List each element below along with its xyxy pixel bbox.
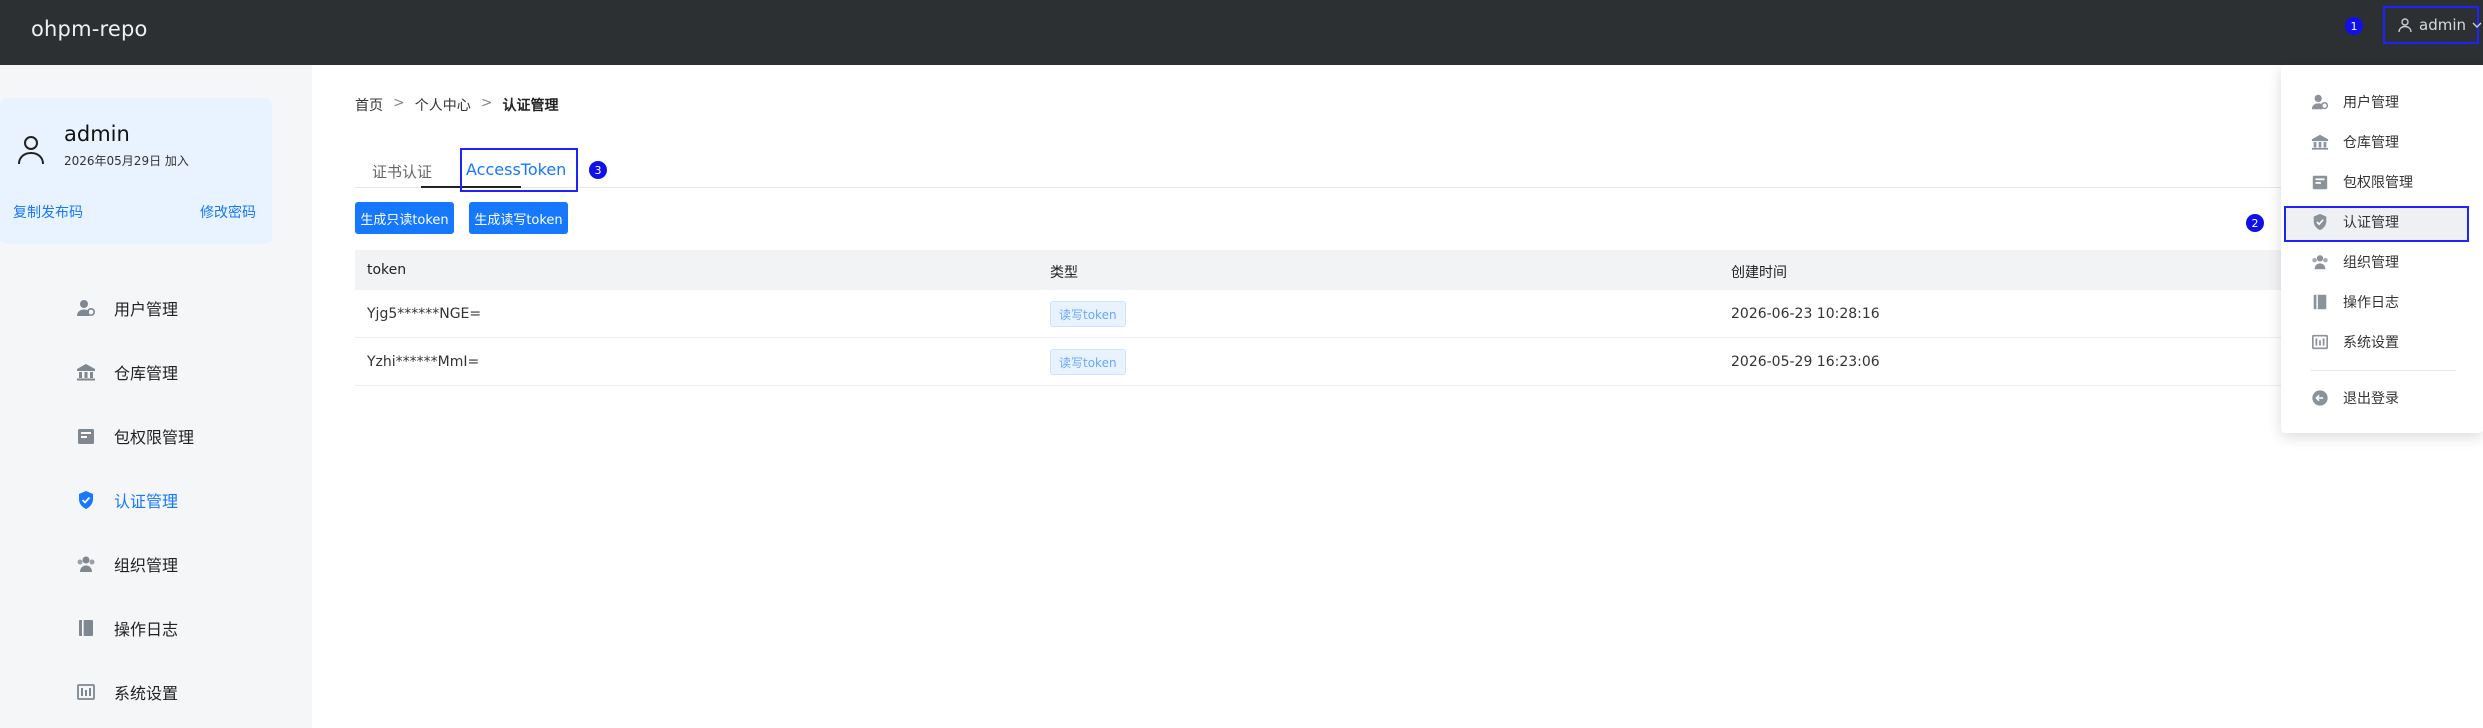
user-manage-icon (2311, 94, 2329, 110)
sidebar-item-label: 仓库管理 (114, 364, 179, 383)
user-manage-icon (77, 300, 96, 317)
sidebar-item-label: 包权限管理 (114, 428, 195, 447)
sidebar-item-label: 操作日志 (114, 620, 179, 639)
cell-type-tag: 读写token (1050, 301, 1126, 327)
dropdown-divider (2311, 370, 2456, 371)
breadcrumb-home[interactable]: 首页 (355, 95, 383, 115)
log-book-icon (2313, 294, 2327, 310)
auth-tabs: 证书认证 AccessToken (355, 153, 2483, 188)
app-logo[interactable]: ohpm-repo (31, 17, 148, 41)
dropdown-item-organization[interactable]: 组织管理 (2311, 252, 2399, 272)
sidebar-item-label: 组织管理 (114, 556, 179, 575)
dropdown-item-label: 包权限管理 (2343, 175, 2413, 191)
settings-icon (77, 684, 95, 700)
dropdown-item-user-management[interactable]: 用户管理 (2311, 92, 2399, 112)
sidebar-item-package-permission[interactable]: 包权限管理 (76, 424, 194, 448)
dropdown-item-system-settings[interactable]: 系统设置 (2311, 332, 2399, 352)
cell-token: Yzhi******MmI= (367, 354, 480, 370)
column-header-token: token (367, 262, 407, 278)
top-bar: ohpm-repo 1 admin (0, 0, 2483, 65)
logout-icon (2312, 390, 2328, 406)
dropdown-item-auth-management[interactable]: 认证管理 (2311, 212, 2399, 232)
dropdown-logout-label: 退出登录 (2343, 391, 2399, 407)
sidebar: admin 2026年05月29日 加入 复制发布码 修改密码 用户管理 仓库管… (0, 65, 312, 728)
dropdown-item-label: 组织管理 (2343, 255, 2399, 271)
user-menu-trigger[interactable]: admin (2383, 6, 2482, 44)
package-permission-icon (78, 429, 94, 444)
column-header-type: 类型 (1050, 265, 1078, 281)
user-icon (2398, 18, 2412, 33)
annotation-badge-2: 2 (2246, 214, 2264, 232)
main-content: 首页 > 个人中心 > 认证管理 证书认证 AccessToken 3 生成只读… (312, 65, 2483, 728)
breadcrumb-current: 认证管理 (502, 98, 559, 114)
package-permission-icon (2312, 175, 2328, 190)
log-book-icon (79, 620, 93, 636)
dropdown-item-label: 用户管理 (2343, 95, 2399, 111)
profile-card: admin 2026年05月29日 加入 复制发布码 修改密码 (0, 98, 272, 244)
organization-icon (2312, 255, 2328, 270)
annotation-badge-1: 1 (2345, 17, 2363, 35)
profile-joined-date: 2026年05月29日 加入 (64, 154, 189, 168)
user-dropdown-menu: 用户管理 仓库管理 包权限管理 认证管理 组织管理 操作日志 系统设置 退出登录 (2281, 65, 2483, 433)
tab-certificate-auth[interactable]: 证书认证 (372, 161, 432, 182)
avatar-icon (18, 136, 44, 165)
copy-publish-code-link[interactable]: 复制发布码 (13, 202, 83, 222)
organization-icon (77, 556, 95, 572)
access-token-highlight-box (460, 148, 578, 192)
dropdown-item-label: 仓库管理 (2343, 135, 2399, 151)
column-header-created: 创建时间 (1731, 265, 1787, 281)
breadcrumb-separator: > (480, 95, 493, 111)
profile-name: admin (64, 122, 130, 146)
generate-readonly-token-button[interactable]: 生成只读token (355, 202, 454, 234)
dropdown-item-logout[interactable]: 退出登录 (2311, 388, 2399, 408)
sidebar-item-label: 用户管理 (114, 300, 179, 319)
sidebar-item-organization[interactable]: 组织管理 (76, 552, 178, 576)
dropdown-item-label: 认证管理 (2343, 215, 2399, 231)
change-password-link[interactable]: 修改密码 (200, 202, 256, 222)
warehouse-icon (77, 364, 95, 381)
sidebar-item-label: 系统设置 (114, 684, 179, 703)
dropdown-item-label: 操作日志 (2343, 295, 2399, 311)
settings-icon (2311, 334, 2329, 350)
sidebar-item-operation-log[interactable]: 操作日志 (76, 616, 178, 640)
table-header: token 类型 创建时间 (355, 250, 2483, 290)
dropdown-item-warehouse-management[interactable]: 仓库管理 (2311, 132, 2399, 152)
dropdown-item-operation-log[interactable]: 操作日志 (2311, 292, 2399, 312)
table-row: Yzhi******MmI= 读写token 2026-05-29 16:23:… (355, 338, 2483, 386)
sidebar-item-system-settings[interactable]: 系统设置 (76, 680, 178, 704)
sidebar-item-auth-management[interactable]: 认证管理 (76, 488, 178, 512)
cell-created-time: 2026-05-29 16:23:06 (1731, 354, 1880, 370)
header-username: admin (2419, 16, 2466, 34)
sidebar-item-label: 认证管理 (114, 492, 179, 511)
cell-token: Yjg5******NGE= (367, 306, 482, 322)
generate-readwrite-token-button[interactable]: 生成读写token (469, 202, 568, 234)
breadcrumb-separator: > (393, 95, 405, 111)
sidebar-item-user-management[interactable]: 用户管理 (76, 296, 178, 320)
dropdown-item-label: 系统设置 (2343, 335, 2399, 351)
breadcrumb: 首页 > 个人中心 > 认证管理 (355, 95, 558, 115)
breadcrumb-personal-center[interactable]: 个人中心 (415, 95, 471, 115)
dropdown-item-package-permission[interactable]: 包权限管理 (2311, 172, 2413, 192)
cell-created-time: 2026-06-23 10:28:16 (1731, 306, 1880, 322)
chevron-down-icon (2472, 22, 2482, 28)
shield-icon (2313, 213, 2327, 231)
annotation-badge-3: 3 (589, 161, 607, 179)
warehouse-icon (2311, 134, 2329, 150)
sidebar-item-warehouse-management[interactable]: 仓库管理 (76, 360, 178, 384)
cell-type-tag: 读写token (1050, 349, 1126, 375)
table-row: Yjg5******NGE= 读写token 2026-06-23 10:28:… (355, 290, 2483, 338)
shield-icon (79, 491, 93, 509)
